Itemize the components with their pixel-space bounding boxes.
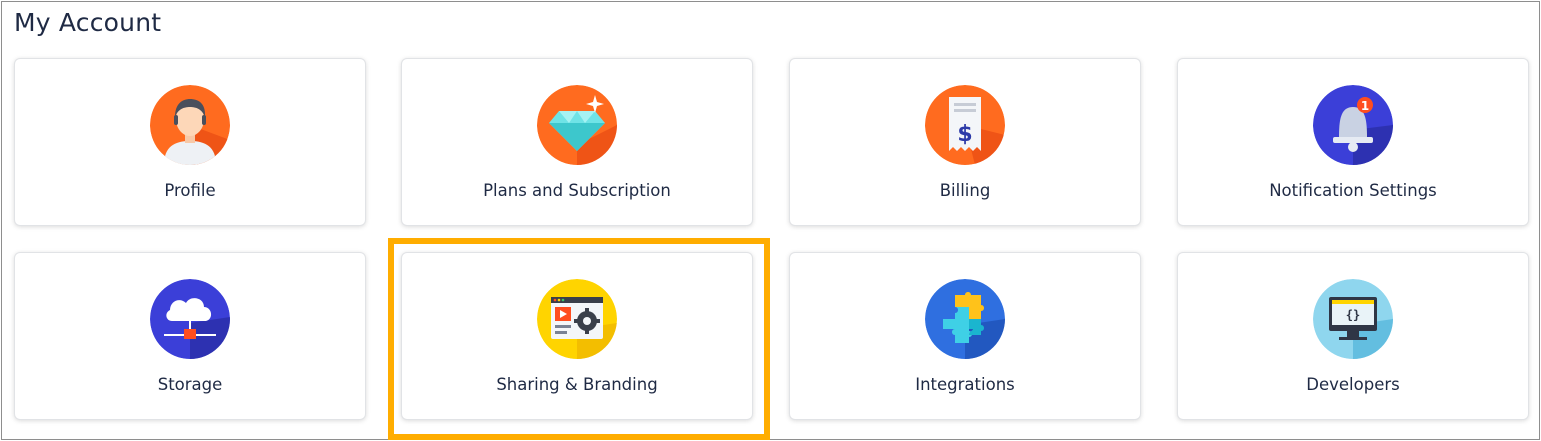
card-label: Plans and Subscription	[483, 181, 671, 200]
svg-text:{}: {}	[1346, 308, 1360, 322]
card-billing[interactable]: $ Billing	[789, 58, 1141, 226]
card-plans-and-subscription[interactable]: Plans and Subscription	[401, 58, 753, 226]
cloud-storage-icon	[150, 279, 230, 359]
card-label: Profile	[164, 181, 216, 200]
page-title: My Account	[14, 8, 162, 37]
code-monitor-icon: {}	[1313, 279, 1393, 359]
card-label: Integrations	[915, 375, 1015, 394]
card-sharing-and-branding[interactable]: Sharing & Branding	[401, 252, 753, 420]
card-label: Sharing & Branding	[496, 375, 658, 394]
card-label: Billing	[939, 181, 991, 200]
profile-icon	[150, 85, 230, 165]
puzzle-icon	[925, 279, 1005, 359]
card-notification-settings[interactable]: 1 Notification Settings	[1177, 58, 1529, 226]
card-label: Notification Settings	[1269, 181, 1437, 200]
receipt-icon: $	[925, 85, 1005, 165]
bell-icon: 1	[1313, 85, 1393, 165]
card-storage[interactable]: Storage	[14, 252, 366, 420]
card-profile[interactable]: Profile	[14, 58, 366, 226]
card-integrations[interactable]: Integrations	[789, 252, 1141, 420]
svg-text:$: $	[957, 122, 972, 147]
diamond-icon	[537, 85, 617, 165]
card-developers[interactable]: {} Developers	[1177, 252, 1529, 420]
card-label: Storage	[157, 375, 223, 394]
card-label: Developers	[1306, 375, 1400, 394]
media-settings-icon	[537, 279, 617, 359]
notification-badge: 1	[1361, 99, 1369, 113]
